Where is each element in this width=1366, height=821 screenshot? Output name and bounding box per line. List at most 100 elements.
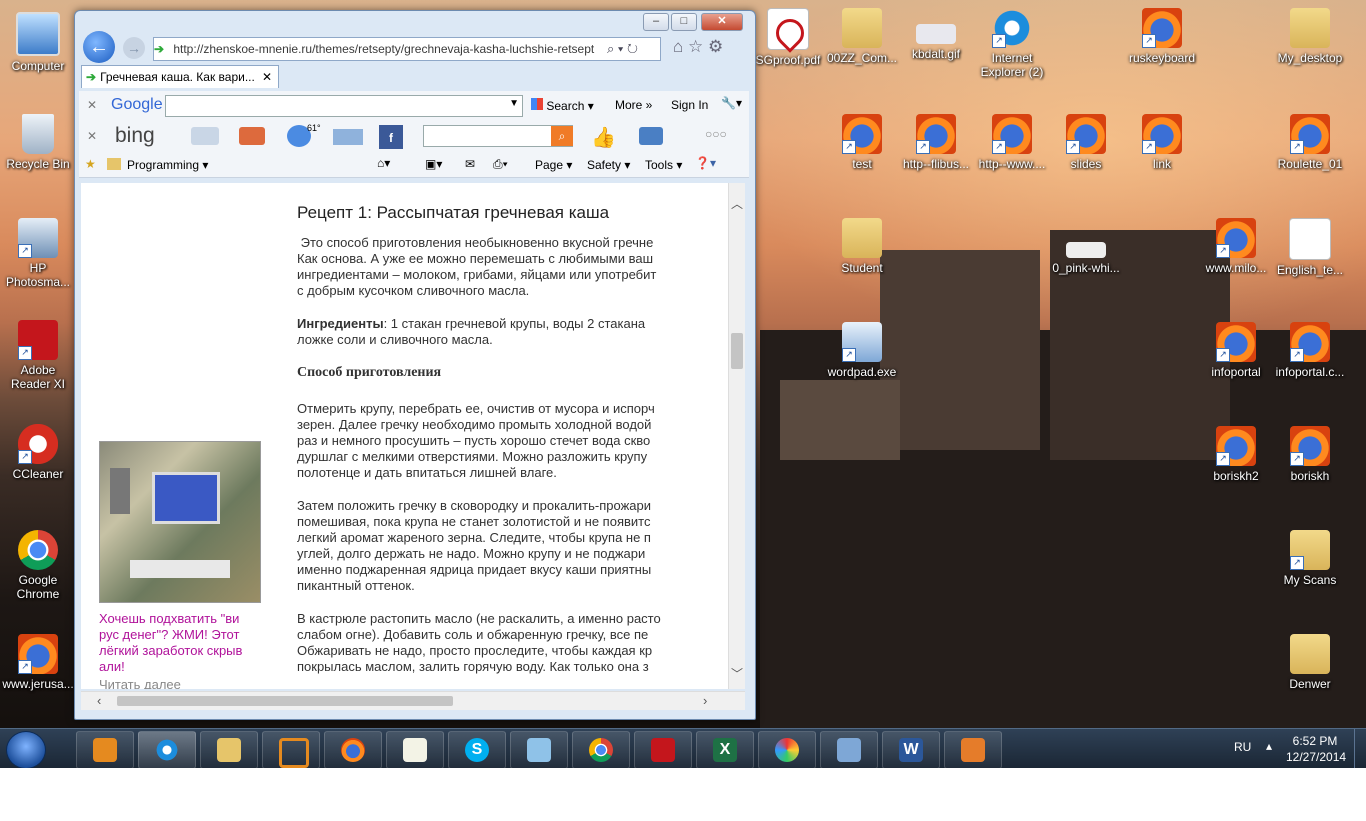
home-icon[interactable]: ⌂▾ (377, 156, 390, 170)
taskbar-chrome[interactable] (572, 731, 630, 768)
desktop-icon-my-desktop[interactable]: My_desktop (1272, 8, 1348, 65)
taskbar-word[interactable]: W (882, 731, 940, 768)
taskbar-wordpad[interactable] (820, 731, 878, 768)
sign-in-button[interactable]: Sign In (671, 98, 708, 112)
desktop-icon-roulette[interactable]: ↗ Roulette_01 (1272, 114, 1348, 171)
desktop-icon-ruskeyboard[interactable]: ↗ ruskeyboard (1124, 8, 1200, 65)
desktop-icon-recycle-bin[interactable]: Recycle Bin (0, 114, 76, 171)
desktop-icon-english-te[interactable]: English_te... (1272, 218, 1348, 277)
maximize-button[interactable]: □ (671, 13, 697, 31)
mail-icon[interactable] (333, 129, 363, 145)
close-toolbar-icon[interactable]: ✕ (87, 129, 97, 143)
close-button[interactable]: ✕ (701, 13, 743, 31)
desktop-icon-student[interactable]: Student (824, 218, 900, 275)
taskbar-adobe-reader[interactable] (634, 731, 692, 768)
desktop-icon-test[interactable]: ↗ test (824, 114, 900, 171)
read-more-link[interactable]: Читать далее (99, 677, 261, 689)
desktop-icon-jerusalem[interactable]: ↗ www.jerusa... (0, 634, 76, 691)
page-menu[interactable]: Page ▾ (535, 158, 572, 172)
search-button[interactable]: Search ▾ (531, 98, 594, 113)
help-icon[interactable]: ❓▾ (695, 156, 716, 170)
clock[interactable]: 6:52 PM 12/27/2014 (1286, 733, 1346, 765)
taskbar-internet-explorer[interactable] (138, 731, 196, 768)
favorites-star-icon[interactable]: ★ (85, 157, 96, 171)
search-icon[interactable]: ⌕ (607, 41, 614, 56)
scroll-down-icon[interactable]: ﹀ (731, 665, 743, 682)
chat-icon[interactable] (639, 127, 663, 145)
desktop-icon-google-chrome[interactable]: Google Chrome (0, 530, 76, 601)
desktop-icon-ccleaner[interactable]: ↗ CCleaner (0, 424, 76, 481)
taskbar-notepad[interactable] (386, 731, 444, 768)
taskbar-firefox[interactable] (324, 731, 382, 768)
address-bar[interactable]: ➔ http://zhenskoe-mnenie.ru/themes/retse… (153, 37, 661, 61)
taskbar-excel[interactable]: X (696, 731, 754, 768)
more-icon[interactable]: ○○○ (705, 127, 727, 141)
desktop-icon-wordpad[interactable]: ↗ wordpad.exe (824, 322, 900, 379)
back-button[interactable]: ← (83, 31, 115, 63)
desktop-icon-pink-white[interactable]: 0_pink-whi... (1048, 218, 1124, 275)
desktop-icon-link[interactable]: ↗ link (1124, 114, 1200, 171)
desktop-icon-sgproof[interactable]: SGproof.pdf (750, 8, 826, 67)
desktop-icon-slides[interactable]: ↗ slides (1048, 114, 1124, 171)
google-search-input[interactable]: ▼ (165, 95, 523, 117)
desktop-icon-milo[interactable]: ↗ www.milo... (1198, 218, 1274, 275)
show-desktop-button[interactable] (1354, 729, 1366, 768)
taskbar-skype[interactable]: S (448, 731, 506, 768)
safety-menu[interactable]: Safety ▾ (587, 158, 630, 172)
desktop-icon-hp-photosmart[interactable]: ↗ HP Photosma... (0, 218, 76, 289)
desktop-icon-flibusta[interactable]: ↗ http--flibus... (898, 114, 974, 171)
print-icon[interactable]: ⎙▾ (493, 157, 508, 172)
facebook-icon[interactable]: f (379, 125, 403, 149)
tools-menu[interactable]: Tools ▾ (645, 158, 682, 172)
desktop-icon-infoportal[interactable]: ↗ infoportal (1198, 322, 1274, 379)
desktop-icon-internet-explorer[interactable]: ↗ Internet Explorer (2) (974, 8, 1050, 79)
desktop-icon-boriskh2[interactable]: ↗ boriskh2 (1198, 426, 1274, 483)
desktop-icon-kbdalt[interactable]: kbdalt.gif (898, 8, 974, 61)
more-button[interactable]: More » (615, 98, 652, 112)
ad-text[interactable]: Хочешь подхватить "ви рус денег"? ЖМИ! Э… (99, 611, 261, 675)
forward-button[interactable]: → (123, 37, 145, 59)
desktop-icon-boriskh[interactable]: ↗ boriskh (1272, 426, 1348, 483)
desktop-icon-00zz[interactable]: 00ZZ_Com... (824, 8, 900, 65)
bing-search-button[interactable]: ⌕ (551, 126, 573, 146)
taskbar-media-player[interactable] (76, 731, 134, 768)
desktop-icon-infoportal-c[interactable]: ↗ infoportal.c... (1272, 322, 1348, 379)
horizontal-scrollbar[interactable]: ‹ › (81, 691, 745, 710)
language-indicator[interactable]: RU (1234, 740, 1251, 754)
minimize-button[interactable]: – (643, 13, 669, 31)
desktop-icon-denwer[interactable]: Denwer (1272, 634, 1348, 691)
taskbar-app-grid[interactable] (262, 731, 320, 768)
start-button[interactable] (6, 731, 46, 768)
desktop-icon-my-scans[interactable]: ↗ My Scans (1272, 530, 1348, 587)
taskbar-app-2[interactable] (944, 731, 1002, 768)
scroll-up-icon[interactable]: ︿ (731, 195, 743, 212)
scroll-thumb[interactable] (731, 333, 743, 369)
alerts-icon[interactable] (191, 127, 219, 145)
gear-icon[interactable]: ⚙ (708, 37, 723, 56)
dropdown-icon[interactable]: ▾ (618, 41, 623, 56)
rss-icon[interactable]: ▣▾ (425, 157, 442, 171)
taskbar-app[interactable] (510, 731, 568, 768)
desktop-icon-computer[interactable]: Computer (0, 12, 76, 73)
scroll-right-icon[interactable]: › (703, 693, 707, 708)
close-toolbar-icon[interactable]: ✕ (87, 98, 97, 112)
maps-icon[interactable] (239, 127, 265, 145)
taskbar-explorer[interactable] (200, 731, 258, 768)
close-tab-icon[interactable]: ✕ (262, 66, 272, 88)
taskbar-paint[interactable] (758, 731, 816, 768)
desktop-icon-http-www[interactable]: ↗ http--www.... (974, 114, 1050, 171)
like-icon[interactable]: 👍 (591, 125, 616, 150)
sidebar-ad[interactable]: Хочешь подхватить "ви рус денег"? ЖМИ! Э… (99, 441, 261, 689)
refresh-icon[interactable]: ↻ (627, 41, 638, 56)
scroll-thumb[interactable] (117, 696, 453, 706)
tab-active[interactable]: ➔ Гречневая каша. Как вари... ✕ (81, 65, 279, 88)
tray-expand-icon[interactable]: ▴ (1266, 739, 1272, 753)
vertical-scrollbar[interactable]: ︿ ﹀ (728, 183, 745, 689)
ad-image[interactable] (99, 441, 261, 603)
mail-icon[interactable]: ✉ (465, 157, 475, 171)
scroll-left-icon[interactable]: ‹ (97, 693, 101, 708)
favorites-icon[interactable]: ☆ (688, 37, 703, 56)
wrench-icon[interactable]: 🔧▾ (721, 96, 742, 110)
programming-folder[interactable]: Programming ▾ (127, 158, 208, 172)
desktop-icon-adobe-reader[interactable]: ↗ Adobe Reader XI (0, 320, 76, 391)
